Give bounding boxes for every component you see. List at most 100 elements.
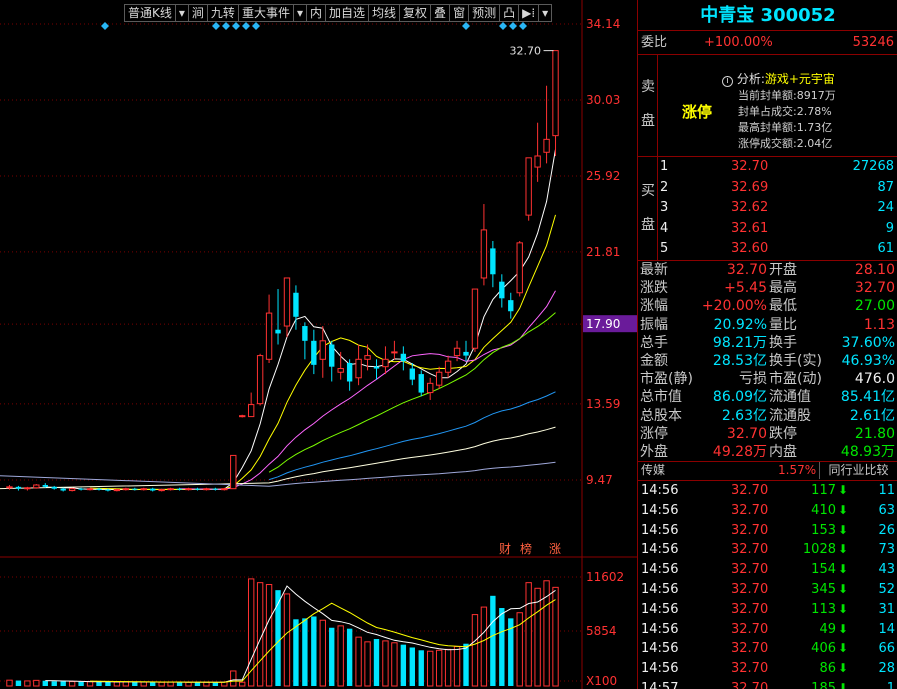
volume-bar (552, 586, 559, 687)
toolbar-item-4[interactable]: 重大事件 (239, 5, 294, 21)
stat-value: 476.0 (854, 371, 895, 388)
stat-value: 2.61亿 (849, 407, 895, 424)
stat-value: 20.92% (713, 316, 767, 333)
trade-count: 14 (878, 621, 895, 637)
price-tick-label: 30.03 (586, 93, 620, 107)
candle-body (15, 486, 22, 489)
candle-body (508, 300, 514, 312)
toolbar-item-1[interactable]: ▾ (176, 5, 189, 21)
candle-body (256, 355, 264, 405)
stat-label: 总市值 (640, 389, 682, 406)
toolbar-item-13[interactable]: 凸 (500, 5, 520, 21)
volume-bar (480, 606, 488, 687)
volume-bar (427, 650, 434, 687)
toolbar-item-8[interactable]: 均线 (369, 5, 401, 21)
volume-bar (247, 578, 255, 687)
stat-label: 最高 (769, 280, 797, 297)
toolbar-item-6[interactable]: 内 (307, 5, 326, 21)
volume-bar (302, 618, 308, 686)
ma250-line (0, 461, 556, 487)
toolbar-item-2[interactable]: 涧 (189, 5, 208, 21)
trade-time: 14:56 (641, 601, 679, 617)
candle-body (418, 374, 424, 393)
stat-label: 市盈(动) (769, 371, 822, 388)
kline-chart-area[interactable]: 34.14 30.03 25.92 21.81 17.90 13.59 9.47 11602 5… (0, 0, 637, 689)
trade-count: 52 (878, 582, 895, 597)
toolbar-item-9[interactable]: 复权 (400, 5, 432, 21)
candle-body (525, 157, 532, 216)
down-arrow-icon: ⬇ (838, 522, 849, 537)
candle-body (302, 326, 308, 341)
trade-volume: 1028 (802, 542, 836, 558)
toolbar-item-12[interactable]: 预测 (469, 5, 501, 21)
event-marker-icon (462, 22, 470, 30)
stat-label: 涨跌 (640, 280, 668, 297)
stat-label: 总股本 (640, 407, 682, 424)
bid-row[interactable]: 4 32.61 9 (638, 219, 897, 238)
analysis-topic[interactable]: 游戏+元宇宙 (765, 72, 835, 86)
candle-body (194, 488, 201, 490)
toolbar-item-0[interactable]: 普通K线 (125, 5, 176, 21)
event-marker-icon (101, 22, 109, 30)
stat-label: 最新 (640, 262, 668, 278)
toolbar-item-11[interactable]: 窗 (450, 5, 470, 21)
bid-row[interactable]: 3 32.62 24 (638, 198, 897, 217)
stat-value: +5.45 (724, 280, 767, 297)
sell-side-label-2: 盘 (641, 113, 655, 129)
volume-bar (444, 648, 452, 687)
chart-toolbar: 普通K线 ▾ 涧九转 重大事件 ▾ 内加自选 均线 复权叠窗预测凸 ▶⁞ ▾ (124, 4, 553, 22)
event-marker-icon (212, 22, 220, 30)
volume-bar (463, 643, 469, 686)
trade-volume: 154 (811, 562, 836, 578)
bid-volume: 87 (877, 179, 894, 195)
weibi-num: 53246 (852, 35, 894, 50)
trade-volume: 86 (819, 661, 836, 677)
bid-row[interactable]: 5 32.60 61 (638, 239, 897, 258)
chart-tag: 财 (499, 542, 511, 556)
candle-body (105, 489, 111, 491)
toolbar-item-14[interactable]: ▶⁞ (519, 5, 540, 21)
volume-bar (132, 681, 138, 686)
info-icon[interactable]: i (722, 76, 733, 87)
kline-chart[interactable]: 34.14 30.03 25.92 21.81 17.90 13.59 9.47 11602 5… (0, 0, 637, 689)
trade-volume: 406 (811, 641, 836, 657)
event-marker-icon (519, 22, 527, 30)
candle-body (6, 486, 13, 489)
candle-body (329, 344, 335, 367)
candle-body (221, 488, 228, 491)
toolbar-item-7[interactable]: 加自选 (326, 5, 370, 21)
candle-body (480, 229, 488, 279)
trade-volume: 49 (819, 621, 836, 637)
stat-value: 85.41亿 (840, 389, 895, 406)
volume-bar (265, 584, 273, 687)
toolbar-item-15[interactable]: ▾ (539, 5, 551, 21)
high-price-label: 32.70 (510, 45, 541, 58)
trade-row: 14:56 32.70 406 ⬇ 66 (638, 639, 897, 658)
trade-row: 14:57 32.70 185 ⬇ 1 (638, 679, 897, 689)
industry-compare-button[interactable]: 同行业比较 (819, 462, 897, 479)
trade-count: 63 (878, 502, 895, 518)
bid-row[interactable]: 2 32.69 87 (638, 178, 897, 197)
trade-time: 14:57 (641, 681, 679, 689)
volume-bar (33, 679, 40, 687)
candle-body (158, 489, 165, 492)
volume-bar (176, 682, 183, 686)
toolbar-item-10[interactable]: 叠 (431, 5, 451, 21)
trade-volume: 410 (811, 502, 836, 518)
toolbar-item-3[interactable]: 九转 (208, 5, 239, 21)
stat-value: 86.09亿 (712, 389, 767, 406)
candle-body (42, 484, 48, 487)
industry-name[interactable]: 传媒 (641, 461, 665, 480)
stat-label: 外盘 (640, 444, 668, 460)
bid-row[interactable]: 1 32.70 27268 (638, 157, 897, 176)
toolbar-item-5[interactable]: ▾ (294, 5, 307, 21)
candle-body (150, 488, 156, 491)
trade-price: 32.70 (731, 502, 769, 518)
stats-row: 总手 98.21万 换手 37.60% (638, 334, 897, 353)
stats-row: 振幅 20.92% 量比 1.13 (638, 316, 897, 335)
volume-bar (230, 670, 237, 687)
down-arrow-icon: ⬇ (838, 502, 849, 517)
trade-count: 73 (878, 542, 895, 558)
down-arrow-icon: ⬇ (838, 681, 849, 689)
trade-volume: 185 (811, 681, 836, 689)
